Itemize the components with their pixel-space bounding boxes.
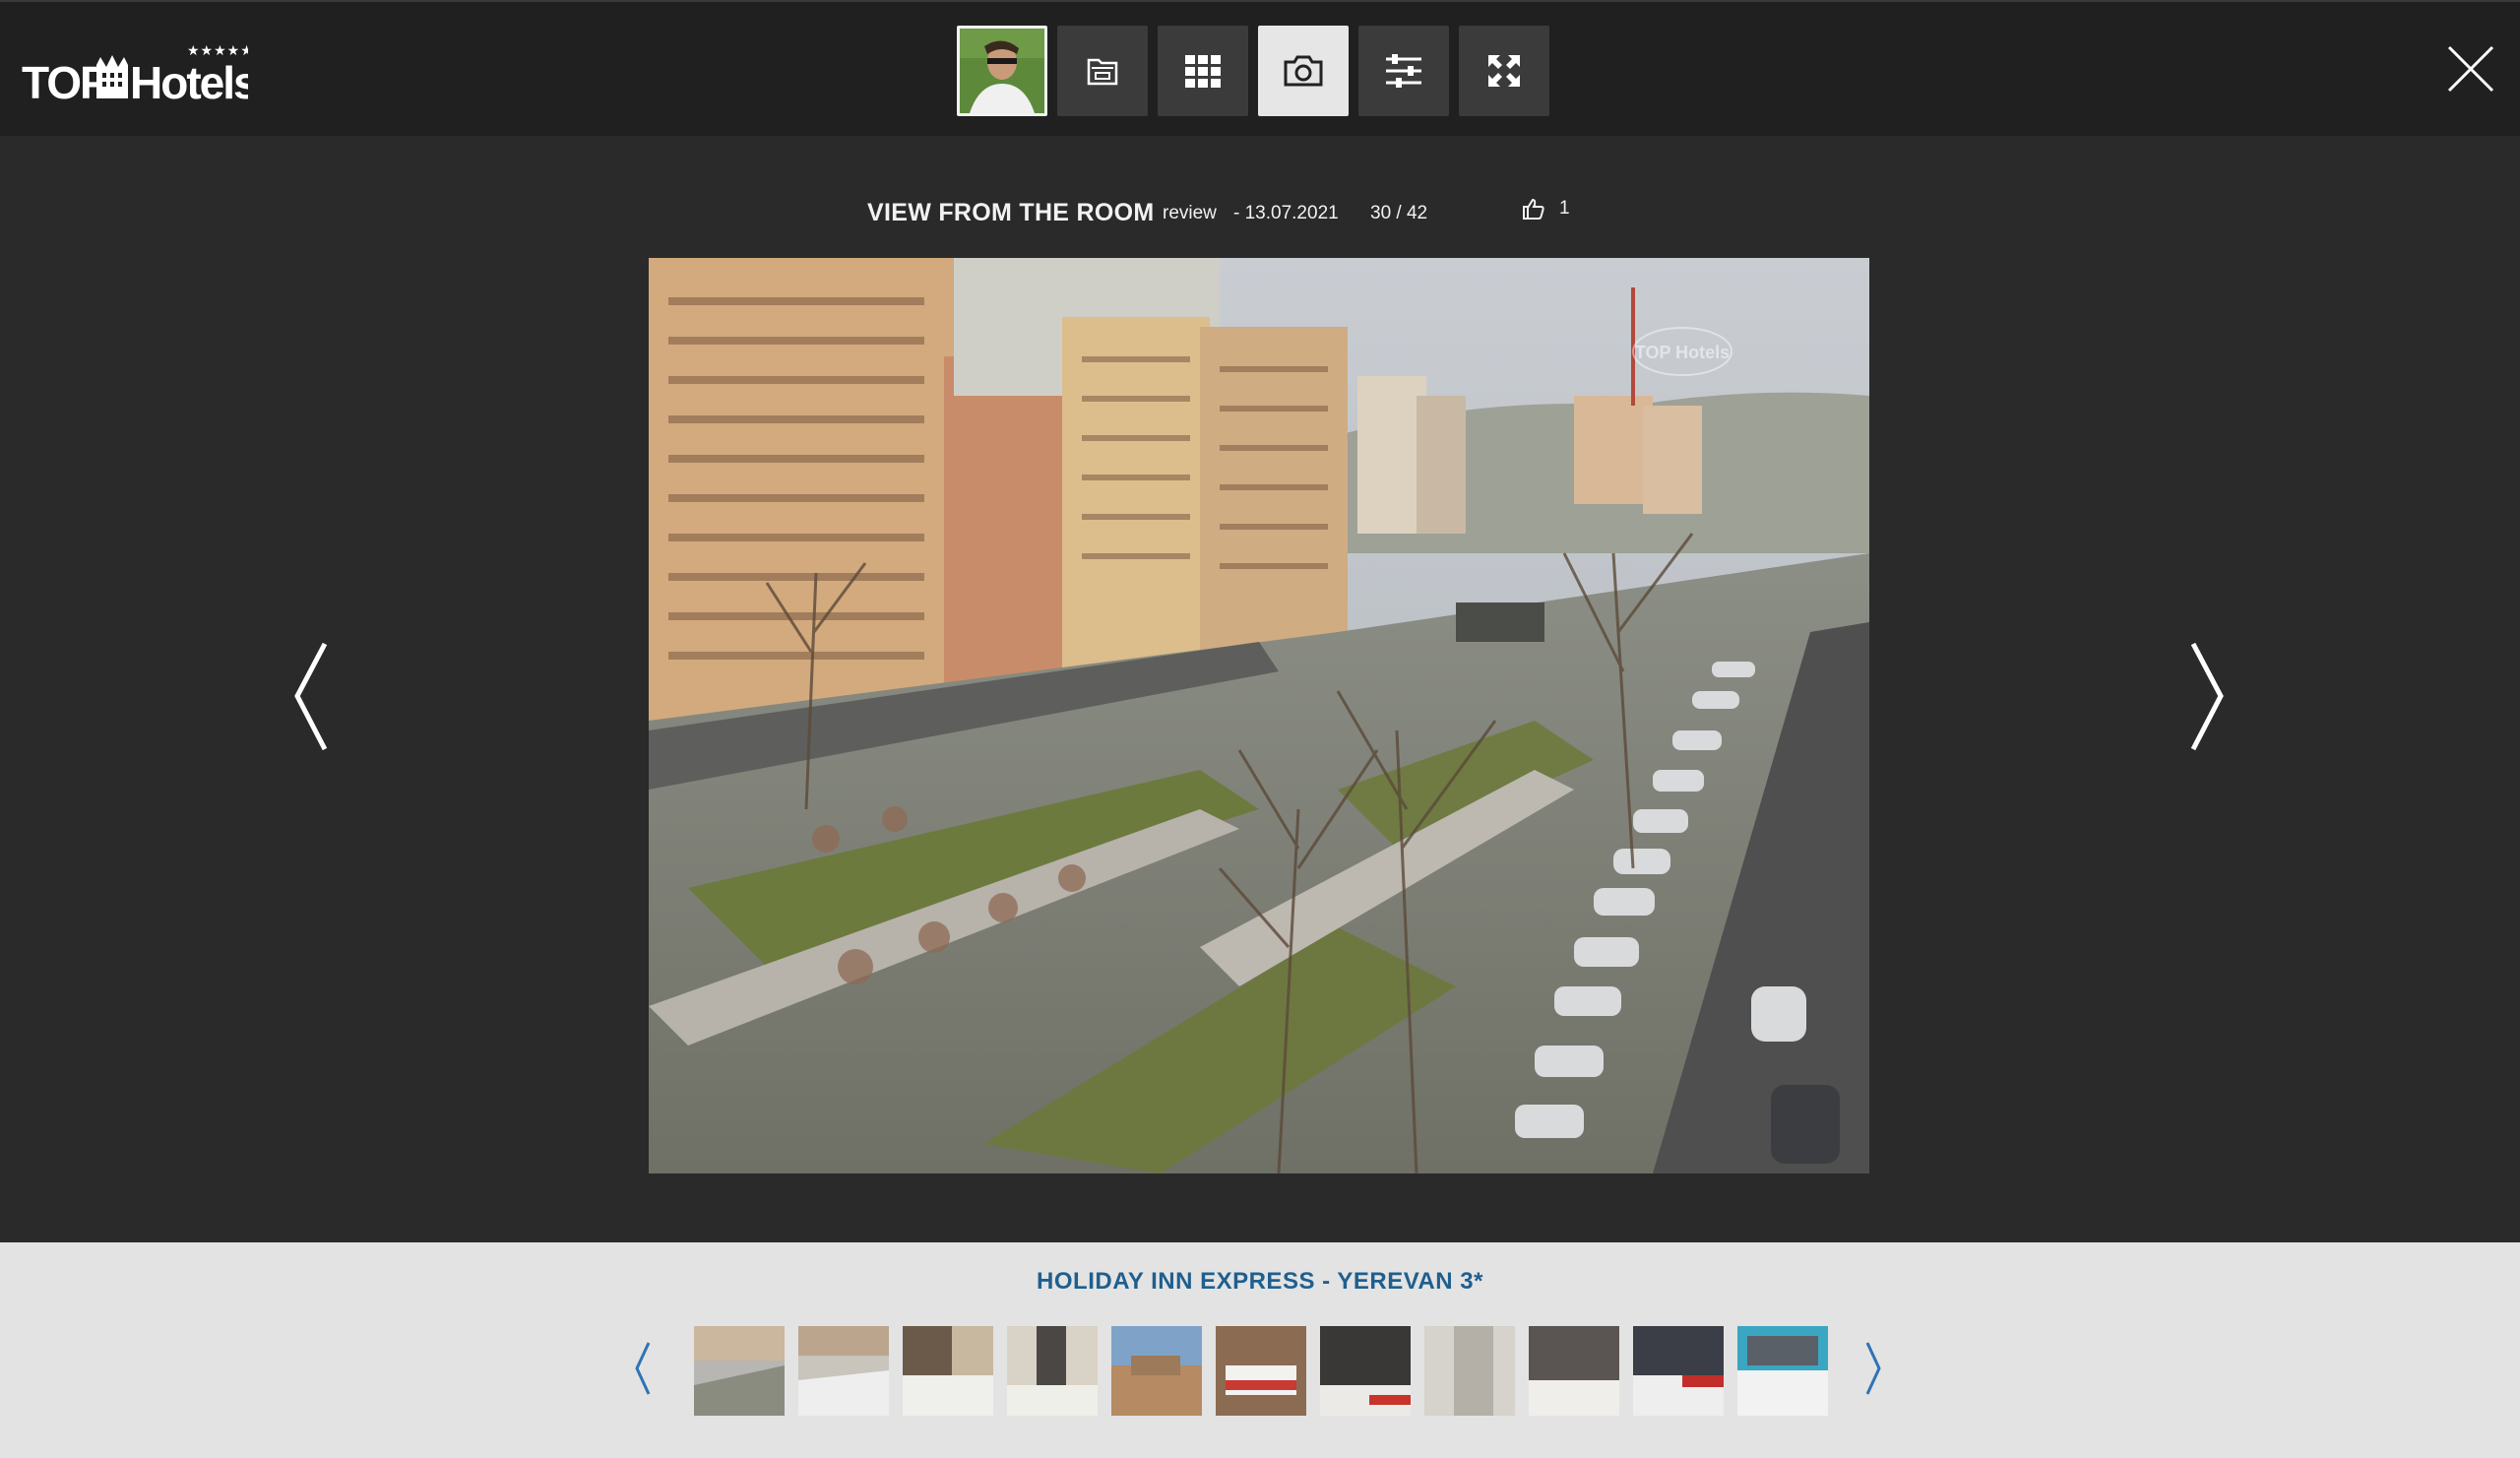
thumbnail[interactable] [798, 1326, 889, 1416]
viewer-toolbar [957, 26, 1549, 116]
previous-photo-arrow-icon[interactable] [291, 640, 331, 753]
svg-text:Hotels: Hotels [130, 57, 248, 106]
album-button[interactable] [1057, 26, 1148, 116]
photo-title: VIEW FROM THE ROOM [867, 199, 1155, 226]
photo-image: TOP Hotels [649, 258, 1869, 1173]
fullscreen-button[interactable] [1459, 26, 1549, 116]
thumbnail[interactable] [1633, 1326, 1724, 1416]
filters-button[interactable] [1358, 26, 1449, 116]
hotel-name-link[interactable]: HOLIDAY INN EXPRESS - YEREVAN 3* [0, 1268, 2520, 1296]
thumbnail[interactable] [1111, 1326, 1202, 1416]
grid-view-button[interactable] [1158, 26, 1248, 116]
thumbnail[interactable] [694, 1326, 785, 1416]
thumbnail-list [694, 1326, 1828, 1416]
photo-date: - 13.07.2021 [1233, 203, 1339, 223]
grid-icon [1185, 55, 1221, 88]
thumbnail[interactable] [1007, 1326, 1098, 1416]
close-icon[interactable] [2443, 41, 2498, 96]
thumbnail-strip: HOLIDAY INN EXPRESS - YEREVAN 3* [0, 1242, 2520, 1458]
thumbnail[interactable] [1320, 1326, 1411, 1416]
thumbnail[interactable] [1424, 1326, 1515, 1416]
thumbnail[interactable] [1529, 1326, 1619, 1416]
thumbnail[interactable] [903, 1326, 993, 1416]
thumbnail[interactable] [1216, 1326, 1306, 1416]
thumbnail[interactable] [1737, 1326, 1828, 1416]
photo-caption: VIEW FROM THE ROOM review - 13.07.2021 3… [0, 195, 2520, 234]
thumbs-next-arrow-icon[interactable] [1863, 1341, 1883, 1396]
main-photo: TOP Hotels [649, 258, 1869, 1173]
folder-icon [1087, 58, 1118, 86]
photo-source-link[interactable]: review [1163, 203, 1217, 224]
thumbs-prev-arrow-icon[interactable] [633, 1341, 653, 1396]
expand-icon [1488, 55, 1520, 87]
photo-view-button[interactable] [1258, 26, 1349, 116]
tophotels-logo[interactable]: ★★★★★ TOP Hotels [22, 37, 248, 106]
user-avatar-icon [960, 29, 1044, 113]
author-avatar-button[interactable] [957, 26, 1047, 116]
svg-text:TOP: TOP [22, 57, 109, 106]
sliders-icon [1386, 54, 1421, 88]
viewer-header: ★★★★★ TOP Hotels [0, 0, 2520, 136]
camera-icon [1284, 55, 1323, 87]
thumbs-up-icon [1523, 198, 1544, 220]
photo-watermark: TOP Hotels [1635, 343, 1730, 362]
like-button[interactable]: 1 [1522, 197, 1570, 221]
next-photo-arrow-icon[interactable] [2187, 640, 2227, 753]
like-count: 1 [1559, 198, 1570, 219]
photo-counter: 30 / 42 [1370, 203, 1428, 223]
